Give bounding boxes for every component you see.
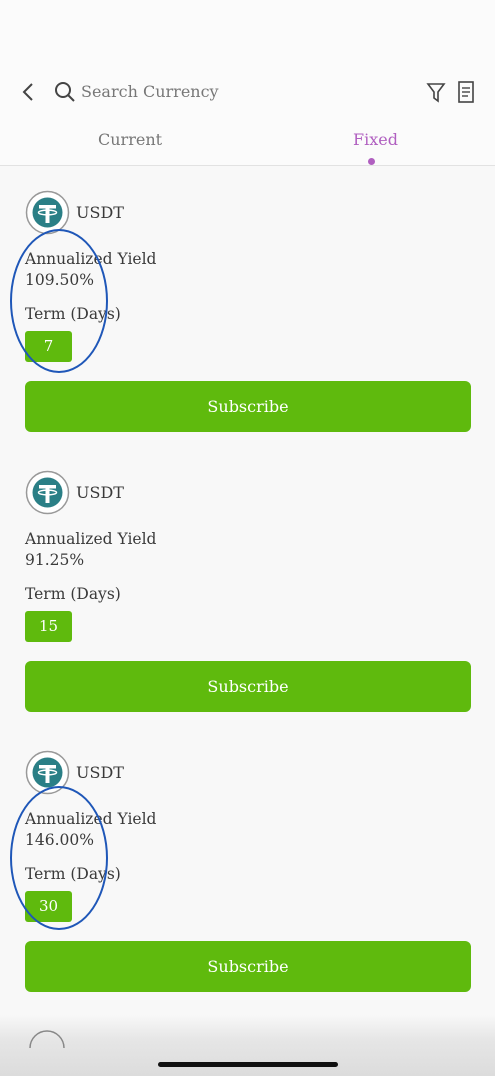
back-arrow-icon[interactable] — [18, 80, 38, 104]
subscribe-button[interactable]: Subscribe — [25, 941, 471, 992]
active-tab-indicator — [368, 158, 375, 165]
product-card: USDT Annualized Yield 109.50% Term (Days… — [0, 190, 495, 460]
home-indicator[interactable] — [158, 1062, 338, 1067]
yield-label: Annualized Yield — [25, 530, 157, 548]
top-bar: Search Currency Current Fixed — [0, 0, 495, 166]
tab-fixed[interactable]: Fixed — [353, 130, 398, 149]
product-card: USDT Annualized Yield 146.00% Term (Days… — [0, 750, 495, 1020]
tab-current[interactable]: Current — [98, 130, 162, 149]
subscribe-button[interactable]: Subscribe — [25, 381, 471, 432]
subscribe-button[interactable]: Subscribe — [25, 661, 471, 712]
product-card: USDT Annualized Yield 91.25% Term (Days)… — [0, 470, 495, 740]
usdt-coin-icon — [25, 190, 70, 235]
search-icon[interactable] — [54, 81, 76, 103]
document-icon[interactable] — [456, 80, 476, 104]
currency-name: USDT — [76, 763, 124, 782]
partial-coin-icon — [29, 1030, 65, 1048]
search-input[interactable]: Search Currency — [81, 82, 219, 101]
currency-name: USDT — [76, 203, 124, 222]
filter-icon[interactable] — [426, 81, 446, 103]
annotation-circle — [10, 229, 108, 373]
currency-name: USDT — [76, 483, 124, 502]
term-label: Term (Days) — [25, 585, 121, 603]
usdt-coin-icon — [25, 470, 70, 515]
yield-value: 91.25% — [25, 551, 85, 569]
annotation-circle — [10, 786, 108, 930]
term-option[interactable]: 15 — [25, 611, 72, 642]
divider — [0, 165, 495, 166]
